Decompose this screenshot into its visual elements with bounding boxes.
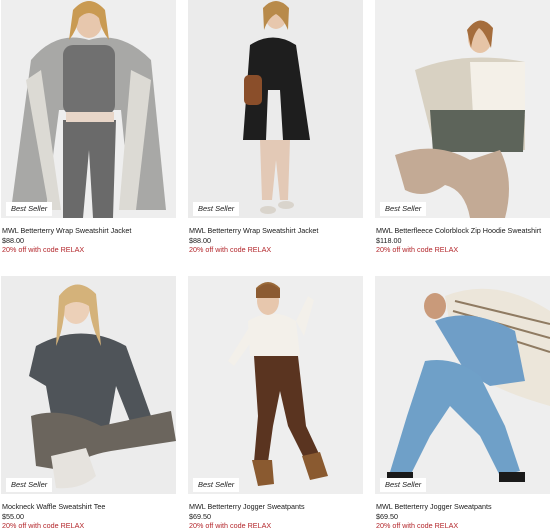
product-name[interactable]: MWL Betterterry Jogger Sweatpants	[189, 502, 305, 511]
best-seller-badge: Best Seller	[6, 202, 53, 216]
product-name[interactable]: Mockneck Waffle Sweatshirt Tee	[2, 502, 105, 511]
product-name[interactable]: MWL Betterterry Wrap Sweatshirt Jacket	[189, 226, 318, 235]
product-price: $55.00	[2, 512, 24, 521]
product-image[interactable]	[188, 276, 363, 494]
product-promo: 20% off with code RELAX	[2, 245, 85, 254]
best-seller-badge: Best Seller	[6, 478, 53, 492]
best-seller-badge: Best Seller	[193, 202, 240, 216]
product-promo: 20% off with code RELAX	[376, 521, 459, 530]
best-seller-badge: Best Seller	[380, 202, 427, 216]
product-name[interactable]: MWL Betterterry Jogger Sweatpants	[376, 502, 492, 511]
product-promo: 20% off with code RELAX	[189, 245, 272, 254]
product-image[interactable]	[188, 0, 363, 218]
product-image[interactable]	[375, 0, 550, 218]
product-name[interactable]: MWL Betterterry Wrap Sweatshirt Jacket	[2, 226, 131, 235]
product-price: $69.50	[189, 512, 211, 521]
best-seller-badge: Best Seller	[193, 478, 240, 492]
product-grid: Best Seller MWL Betterterry Wrap Sweatsh…	[0, 0, 550, 531]
product-name[interactable]: MWL Betterfleece Colorblock Zip Hoodie S…	[376, 226, 541, 235]
product-price: $88.00	[189, 236, 211, 245]
product-promo: 20% off with code RELAX	[2, 521, 85, 530]
product-image[interactable]	[375, 276, 550, 494]
product-image[interactable]	[1, 0, 176, 218]
product-price: $118.00	[376, 236, 402, 245]
product-image[interactable]	[1, 276, 176, 494]
product-price: $69.50	[376, 512, 398, 521]
product-promo: 20% off with code RELAX	[376, 245, 459, 254]
product-promo: 20% off with code RELAX	[189, 521, 272, 530]
product-price: $88.00	[2, 236, 24, 245]
best-seller-badge: Best Seller	[380, 478, 427, 492]
